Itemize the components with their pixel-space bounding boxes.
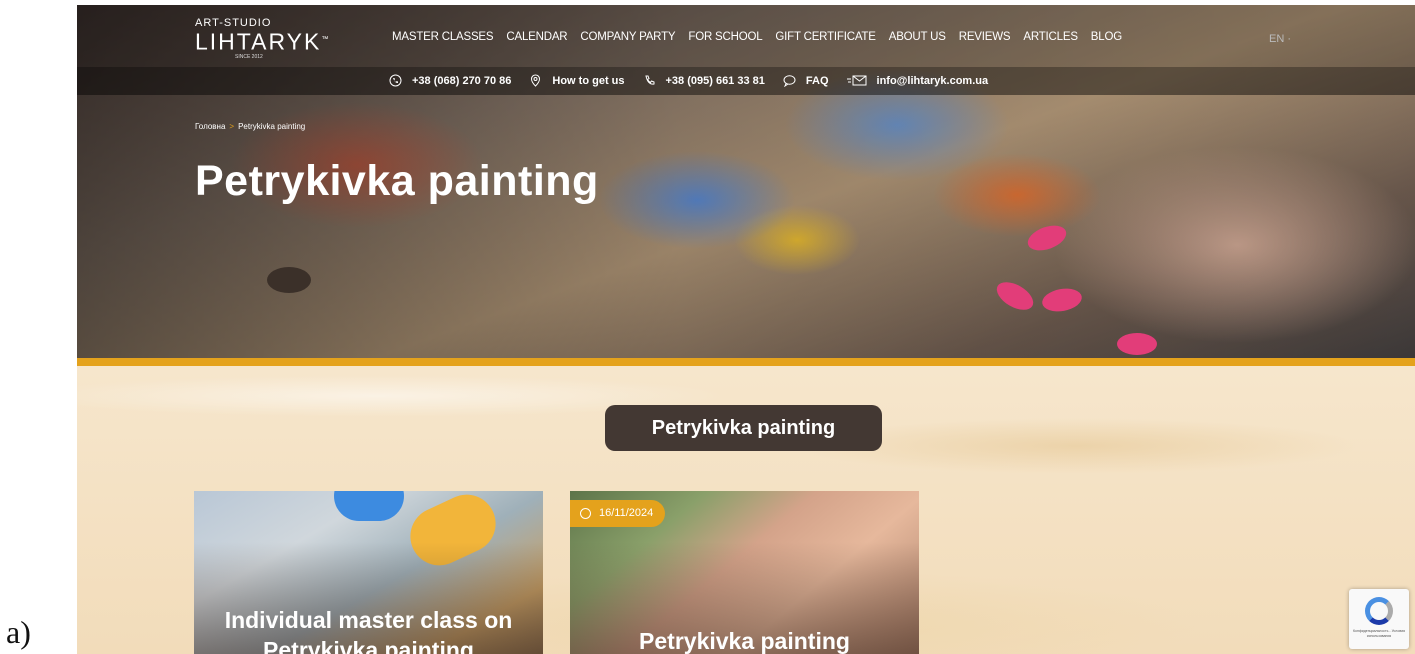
directions-link[interactable]: How to get us bbox=[529, 74, 625, 87]
date-badge-text: 16/11/2024 bbox=[599, 507, 654, 519]
map-pin-icon bbox=[531, 74, 541, 87]
email-icon bbox=[846, 75, 867, 86]
logo-wordmark: LIHTARYK™ bbox=[195, 28, 330, 54]
phone-icon bbox=[644, 75, 654, 85]
recaptcha-legal-text[interactable]: Конфиденциальность - Условия использован… bbox=[1351, 629, 1407, 639]
hero-divider bbox=[77, 358, 1415, 366]
phone-2-text: +38 (095) 661 33 81 bbox=[665, 74, 765, 87]
page-title: Petrykivka painting bbox=[195, 157, 599, 205]
main-nav: MASTER CLASSES CALENDAR COMPANY PARTY FO… bbox=[392, 31, 1135, 43]
website-frame: ART-STUDIO LIHTARYK™ SINCE 2012 MASTER C… bbox=[77, 5, 1415, 654]
faq-link[interactable]: FAQ bbox=[783, 74, 829, 87]
chat-bubble-icon bbox=[783, 75, 796, 87]
content-area: Petrykivka painting Individual master cl… bbox=[77, 366, 1415, 654]
language-switcher[interactable]: EN · bbox=[1269, 33, 1291, 45]
viber-phone-icon bbox=[389, 74, 402, 87]
nav-master-classes[interactable]: MASTER CLASSES bbox=[392, 31, 494, 43]
nav-blog[interactable]: BLOG bbox=[1091, 31, 1122, 43]
section-title: Petrykivka painting bbox=[605, 405, 882, 451]
nav-for-school[interactable]: FOR SCHOOL bbox=[688, 31, 762, 43]
date-badge: 16/11/2024 bbox=[570, 500, 666, 527]
card-title[interactable]: Individual master class on Petrykivka pa… bbox=[194, 605, 543, 654]
nav-reviews[interactable]: REVIEWS bbox=[959, 31, 1011, 43]
recaptcha-icon bbox=[1365, 597, 1393, 625]
phone-1-link[interactable]: +38 (068) 270 70 86 bbox=[389, 74, 511, 87]
nav-articles[interactable]: ARTICLES bbox=[1023, 31, 1078, 43]
hero-image-board-hole bbox=[267, 267, 311, 293]
nav-company-party[interactable]: COMPANY PARTY bbox=[580, 31, 675, 43]
breadcrumb: Головна > Petrykivka painting bbox=[195, 122, 305, 131]
contact-bar: +38 (068) 270 70 86 How to get us +38 (0… bbox=[77, 67, 1415, 95]
logo-name: LIHTARYK bbox=[195, 28, 322, 55]
master-class-card[interactable]: 16/11/2024 Petrykivka painting bbox=[570, 491, 919, 654]
nav-about-us[interactable]: ABOUT US bbox=[889, 31, 946, 43]
breadcrumb-separator: > bbox=[229, 122, 235, 131]
breadcrumb-current: Petrykivka painting bbox=[238, 122, 306, 131]
clock-icon bbox=[580, 508, 591, 519]
faq-text: FAQ bbox=[805, 74, 829, 87]
phone-2-link[interactable]: +38 (095) 661 33 81 bbox=[643, 74, 765, 87]
phone-1-text: +38 (068) 270 70 86 bbox=[412, 74, 512, 87]
trademark-mark: ™ bbox=[321, 36, 331, 43]
hero-banner: ART-STUDIO LIHTARYK™ SINCE 2012 MASTER C… bbox=[77, 5, 1415, 358]
site-logo[interactable]: ART-STUDIO LIHTARYK™ SINCE 2012 bbox=[195, 17, 330, 60]
breadcrumb-home[interactable]: Головна bbox=[195, 122, 225, 131]
figure-label: a) bbox=[6, 614, 31, 650]
contacts-list: +38 (068) 270 70 86 How to get us +38 (0… bbox=[389, 74, 1006, 87]
email-text: info@lihtaryk.com.ua bbox=[876, 74, 989, 87]
card-title[interactable]: Petrykivka painting bbox=[570, 626, 919, 654]
master-class-card[interactable]: Individual master class on Petrykivka pa… bbox=[194, 491, 543, 654]
top-navigation-bar: ART-STUDIO LIHTARYK™ SINCE 2012 MASTER C… bbox=[77, 5, 1415, 67]
email-link[interactable]: info@lihtaryk.com.ua bbox=[846, 74, 989, 87]
hero-image-nail bbox=[1117, 333, 1157, 355]
nav-gift-certificate[interactable]: GIFT CERTIFICATE bbox=[775, 31, 876, 43]
recaptcha-badge[interactable]: Конфиденциальность - Условия использован… bbox=[1349, 589, 1409, 649]
nav-calendar[interactable]: CALENDAR bbox=[506, 31, 567, 43]
directions-text: How to get us bbox=[552, 74, 625, 87]
